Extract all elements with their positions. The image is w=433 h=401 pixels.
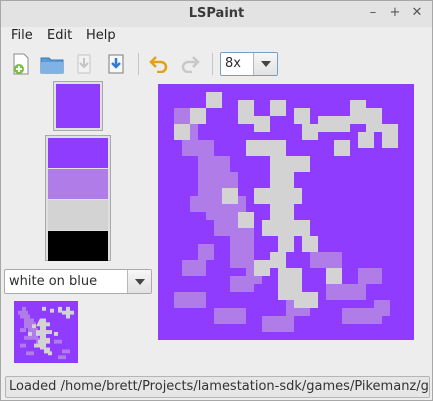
palette-color-3[interactable]	[48, 200, 108, 230]
undo-icon	[149, 56, 168, 73]
foreground-color-swatch[interactable]	[53, 81, 103, 131]
close-button[interactable]: ✕	[409, 5, 425, 21]
new-file-button[interactable]	[7, 50, 35, 78]
toolbar-separator	[138, 53, 139, 75]
toolbar: 8x	[1, 47, 432, 81]
foreground-color	[56, 84, 100, 128]
palette-color-1[interactable]	[48, 138, 108, 168]
chevron-down-icon	[260, 61, 271, 67]
color-scheme-select[interactable]: white on blue	[4, 269, 152, 294]
sprite-preview	[14, 301, 78, 363]
save-as-icon	[108, 54, 124, 74]
open-folder-icon	[40, 57, 64, 74]
save-button[interactable]	[70, 50, 98, 78]
maximize-button[interactable]: +	[387, 5, 403, 21]
save-as-button[interactable]	[102, 50, 130, 78]
palette-color-2[interactable]	[48, 169, 108, 199]
title-bar[interactable]: LSPaint – + ✕	[1, 1, 432, 27]
minimize-button[interactable]: –	[365, 5, 381, 21]
app-window: LSPaint – + ✕ File Edit Help 8x white on…	[0, 0, 433, 401]
open-button[interactable]	[38, 50, 66, 78]
save-icon-disabled	[77, 54, 91, 74]
redo-button[interactable]	[176, 50, 204, 78]
zoom-value: 8x	[225, 56, 241, 71]
zoom-dropdown-button[interactable]	[253, 53, 277, 75]
status-bar: Loaded /home/brett/Projects/lamestation-…	[5, 376, 430, 398]
drawing-canvas[interactable]	[158, 84, 414, 340]
menu-help[interactable]: Help	[86, 27, 116, 47]
toolbar-separator	[212, 53, 213, 75]
palette-color-4[interactable]	[48, 231, 108, 261]
undo-button[interactable]	[145, 50, 173, 78]
color-scheme-dropdown-button[interactable]	[127, 270, 151, 293]
status-message: Loaded /home/brett/Projects/lamestation-…	[9, 379, 430, 394]
color-scheme-value: white on blue	[9, 274, 98, 289]
menu-file[interactable]: File	[11, 27, 33, 47]
new-file-icon	[13, 53, 29, 75]
menu-edit[interactable]: Edit	[47, 27, 72, 47]
zoom-select[interactable]: 8x	[220, 52, 278, 76]
menu-bar: File Edit Help	[1, 27, 432, 47]
redo-icon-disabled	[181, 56, 200, 73]
color-palette	[45, 135, 111, 261]
chevron-down-icon	[134, 278, 145, 285]
